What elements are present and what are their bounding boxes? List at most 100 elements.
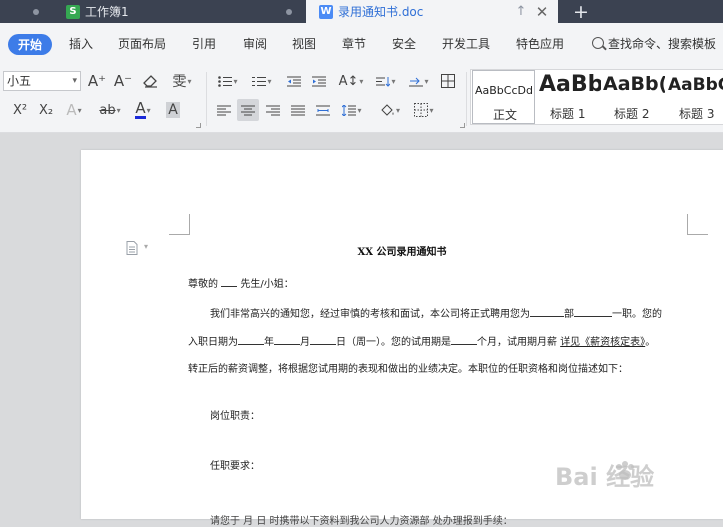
salary-table-link[interactable]: 详见《薪资核定表》 — [560, 337, 645, 348]
paragraph-text: 日（周一）。您的试用期是 — [336, 337, 451, 348]
spreadsheet-app-icon: S — [66, 4, 80, 19]
margin-corner-mark — [687, 214, 708, 235]
text-effect-button[interactable]: A — [62, 99, 86, 121]
tab-workbook[interactable]: S 工作簿1 — [66, 0, 129, 23]
tab-dot-icon — [33, 9, 39, 15]
paw-logo-icon — [616, 461, 634, 480]
style-name: 标题 2 — [614, 107, 650, 121]
job-duties-label: 岗位职责： — [210, 411, 260, 422]
increase-indent-icon[interactable] — [309, 70, 329, 92]
tab-workbook-dot-icon — [286, 9, 292, 15]
job-requirements-label: 任职要求： — [210, 461, 260, 472]
phonetic-guide-button[interactable]: 雯 — [167, 70, 197, 92]
watermark-text: Bai 经验 — [555, 463, 655, 491]
style-sample: AaBbC — [668, 75, 723, 95]
style-heading-3[interactable]: AaBbC 标题 3 — [667, 70, 723, 124]
tab-document-label: 录用通知书.doc — [338, 5, 424, 19]
subscript-button[interactable]: X₂ — [35, 99, 57, 121]
highlight-icon: ab — [99, 102, 116, 118]
table-border-icon[interactable] — [438, 70, 458, 92]
align-right-icon[interactable] — [263, 99, 283, 121]
menu-chapter[interactable]: 章节 — [342, 35, 366, 52]
ribbon-toolbar: 小五 A⁺ A⁻ 雯 X² X₂ A ab A A A↕ — [0, 66, 723, 133]
close-tab-icon[interactable]: ✕ — [534, 0, 550, 23]
paragraph-text: 月 — [300, 337, 310, 348]
style-sample: AaBb — [539, 72, 601, 97]
writer-app-icon: W — [319, 4, 333, 19]
menu-developer[interactable]: 开发工具 — [442, 35, 490, 52]
paragraph-text: 我们非常高兴的通知您，经过审慎的考核和面试，本公司将正式聘用您为 — [210, 309, 530, 320]
char-shading-icon: A — [166, 102, 180, 118]
superscript-button[interactable]: X² — [9, 99, 31, 121]
command-search-input[interactable]: 查找命令、搜索模板 — [608, 35, 716, 52]
decrease-indent-icon[interactable] — [284, 70, 304, 92]
clear-format-icon[interactable] — [140, 70, 162, 92]
menu-start-button[interactable]: 开始 — [8, 34, 52, 55]
month-blank — [274, 334, 300, 345]
paragraph-1-line-1: 我们非常高兴的通知您，经过审慎的考核和面试，本公司将正式聘用您为 部 一职。您的 — [210, 305, 662, 320]
align-center-icon[interactable] — [237, 99, 259, 121]
sort-icon[interactable] — [372, 70, 400, 92]
align-left-icon[interactable] — [214, 99, 234, 121]
salutation-line: 尊敬的 先生/小姐： — [188, 275, 294, 290]
department-blank — [530, 306, 564, 317]
borders-icon[interactable] — [410, 99, 438, 121]
highlight-button[interactable]: ab — [96, 99, 124, 121]
style-normal[interactable]: AaBbCcDd 正文 — [472, 70, 535, 124]
justify-icon[interactable] — [288, 99, 308, 121]
style-name: 标题 3 — [679, 107, 715, 121]
menu-review[interactable]: 审阅 — [243, 35, 267, 52]
phonetic-guide-icon: 雯 — [172, 74, 187, 90]
year-blank — [238, 334, 264, 345]
salutation-text: 尊敬的 — [188, 279, 222, 290]
paragraph-text: 个月，试用期月薪 — [477, 337, 561, 348]
pin-tab-icon[interactable]: ↑ — [513, 0, 529, 23]
tab-workbook-label: 工作簿1 — [85, 5, 129, 19]
style-name: 正文 — [493, 108, 518, 122]
menu-bar: 开始 插入 页面布局 引用 审阅 视图 章节 安全 开发工具 特色应用 查找命令… — [0, 23, 723, 66]
menu-insert[interactable]: 插入 — [69, 35, 93, 52]
baidu-jingyan-watermark: Bai 经验 — [555, 455, 715, 495]
search-icon[interactable] — [592, 37, 604, 49]
menu-view[interactable]: 视图 — [292, 35, 316, 52]
distribute-icon[interactable] — [313, 99, 333, 121]
paragraph-dialog-launcher-icon[interactable] — [460, 123, 465, 128]
paragraph-text: 入职日期为 — [188, 337, 238, 348]
style-gallery: AaBbCcDd 正文 AaBb 标题 1 AaBb( 标题 2 AaBbC 标… — [470, 69, 723, 125]
paragraph-text: 一职。您的 — [612, 309, 662, 320]
font-color-button[interactable]: A — [130, 99, 156, 121]
font-color-icon: A — [135, 99, 146, 119]
report-instructions-line: 请您于 月 日 时携带以下资料到我公司人力资源部 处办理报到手续： — [210, 516, 513, 527]
style-sample: AaBbCcDd — [475, 84, 533, 97]
menu-security[interactable]: 安全 — [392, 35, 416, 52]
bullet-list-icon[interactable] — [214, 70, 242, 92]
shrink-font-button[interactable]: A⁻ — [113, 70, 133, 92]
text-direction-icon[interactable]: A↕ — [337, 70, 365, 92]
paragraph-text: 。 — [645, 337, 656, 348]
menu-page-layout[interactable]: 页面布局 — [118, 35, 166, 52]
style-heading-2[interactable]: AaBb( 标题 2 — [602, 70, 665, 124]
title-tab-bar: S 工作簿1 W 录用通知书.doc ↑ ✕ + — [0, 0, 723, 23]
ribbon-separator — [466, 72, 467, 126]
new-tab-plus-icon[interactable]: + — [570, 0, 592, 23]
char-shading-button[interactable]: A — [163, 99, 183, 121]
menu-special[interactable]: 特色应用 — [516, 35, 564, 52]
probation-blank — [451, 334, 477, 345]
document-title: XX 公司录用通知书 — [357, 247, 447, 258]
show-hide-marks-icon[interactable] — [405, 70, 433, 92]
line-spacing-icon[interactable] — [338, 99, 366, 121]
text-effect-icon: A — [66, 101, 77, 119]
shading-fill-icon[interactable] — [376, 99, 404, 121]
font-dialog-launcher-icon[interactable] — [196, 123, 201, 128]
font-size-select[interactable]: 小五 — [3, 71, 81, 91]
margin-corner-mark — [169, 214, 190, 235]
style-heading-1[interactable]: AaBb 标题 1 — [537, 70, 601, 124]
paragraph-1-line-2: 入职日期为 年 月 日（周一）。您的试用期是 个月，试用期月薪 详见《薪资核定表》。 — [188, 333, 655, 348]
style-sample: AaBb( — [603, 73, 665, 95]
position-blank — [574, 306, 612, 317]
paragraph-1-line-3: 转正后的薪资调整，将根据您试用期的表现和做出的业绩决定。本职位的任职资格和岗位描… — [188, 364, 628, 375]
salutation-text: 先生/小姐： — [237, 279, 294, 290]
numbered-list-icon[interactable] — [248, 70, 276, 92]
grow-font-button[interactable]: A⁺ — [87, 70, 107, 92]
menu-references[interactable]: 引用 — [192, 35, 216, 52]
